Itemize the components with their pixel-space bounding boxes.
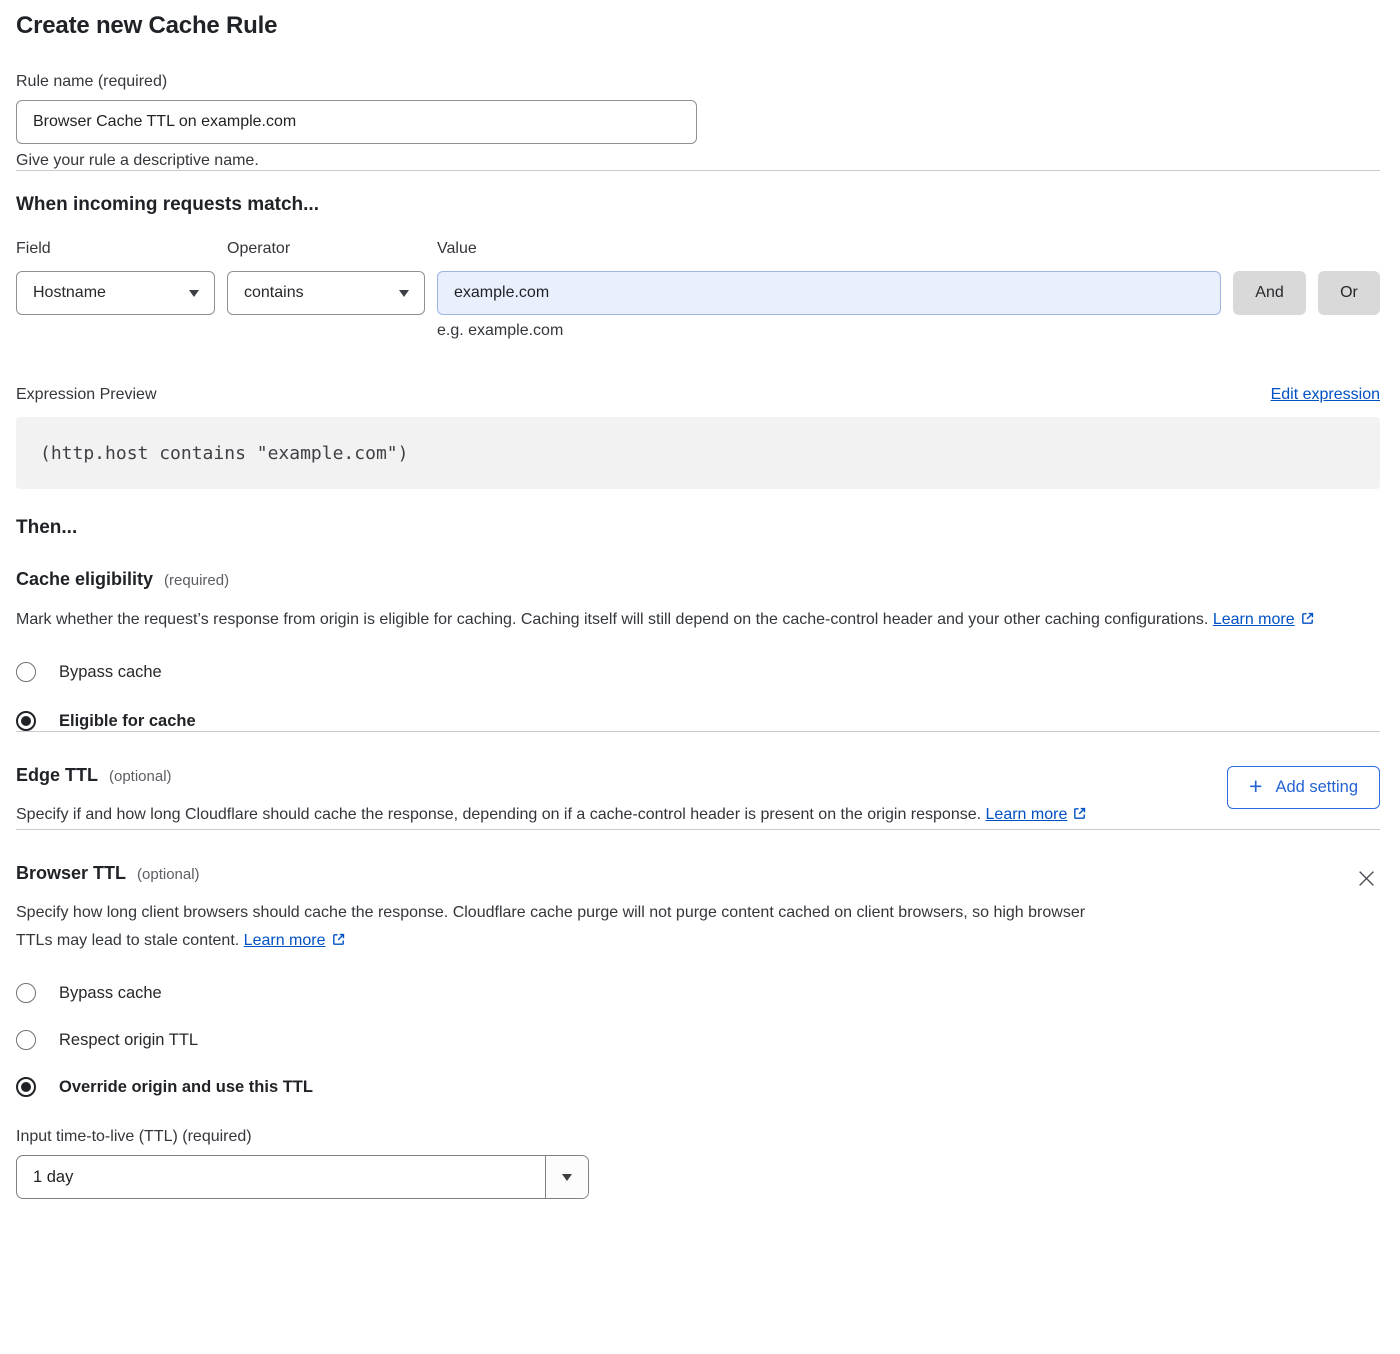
- browser-ttl-content: Browser TTL (optional) Specify how long …: [16, 863, 1106, 955]
- divider: [16, 731, 1380, 732]
- radio-eligible-for-cache[interactable]: Eligible for cache: [16, 711, 1380, 731]
- radio-browser-bypass-cache[interactable]: Bypass cache: [16, 983, 1380, 1003]
- browser-ttl-options: Bypass cache Respect origin TTL Override…: [16, 983, 1380, 1097]
- match-condition-row: Field Operator Value Hostname contains e…: [16, 240, 1380, 340]
- ttl-select[interactable]: 1 day: [16, 1155, 589, 1199]
- edge-ttl-description: Specify if and how long Cloudflare shoul…: [16, 801, 1087, 829]
- cache-eligibility-qualifier: (required): [164, 572, 229, 589]
- page-title: Create new Cache Rule: [16, 12, 1380, 40]
- external-link-icon: [331, 932, 346, 947]
- expression-code-text: (http.host contains "example.com"): [40, 443, 408, 464]
- cache-eligibility-learn-more-link[interactable]: Learn more: [1213, 611, 1315, 628]
- radio-label: Bypass cache: [59, 984, 162, 1003]
- operator-select[interactable]: contains: [227, 271, 425, 315]
- cache-eligibility-options: Bypass cache Eligible for cache: [16, 662, 1380, 731]
- radio-respect-origin-ttl[interactable]: Respect origin TTL: [16, 1030, 1380, 1050]
- edge-ttl-header: Edge TTL (optional): [16, 765, 1087, 786]
- radio-label: Respect origin TTL: [59, 1031, 198, 1050]
- browser-ttl-description-text: Specify how long client browsers should …: [16, 904, 1085, 949]
- or-button[interactable]: Or: [1318, 271, 1380, 315]
- field-select[interactable]: Hostname: [16, 271, 215, 315]
- match-section-heading: When incoming requests match...: [16, 194, 1380, 216]
- then-heading: Then...: [16, 517, 1380, 539]
- rule-name-input[interactable]: [16, 100, 697, 144]
- divider: [16, 829, 1380, 830]
- radio-icon: [16, 983, 36, 1003]
- expression-preview-label: Expression Preview: [16, 386, 157, 404]
- radio-icon: [16, 662, 36, 682]
- field-label: Field: [16, 240, 215, 258]
- browser-ttl-header: Browser TTL (optional): [16, 863, 1106, 884]
- rule-name-help: Give your rule a descriptive name.: [16, 152, 1380, 170]
- expression-preview-code: (http.host contains "example.com"): [16, 417, 1380, 489]
- operator-label: Operator: [227, 240, 425, 258]
- radio-selected-icon: [16, 711, 36, 731]
- rule-name-label: Rule name (required): [16, 73, 1380, 91]
- remove-browser-ttl-button[interactable]: [1353, 865, 1380, 892]
- radio-selected-icon: [16, 1077, 36, 1097]
- browser-ttl-qualifier: (optional): [137, 866, 200, 883]
- divider: [16, 170, 1380, 171]
- browser-ttl-title: Browser TTL: [16, 863, 126, 884]
- radio-label: Bypass cache: [59, 663, 162, 682]
- edit-expression-link[interactable]: Edit expression: [1271, 386, 1380, 404]
- edge-ttl-learn-more-link[interactable]: Learn more: [986, 806, 1088, 823]
- edge-ttl-title: Edge TTL: [16, 765, 98, 786]
- close-icon: [1357, 869, 1376, 888]
- radio-label: Override origin and use this TTL: [59, 1078, 313, 1097]
- browser-ttl-description: Specify how long client browsers should …: [16, 899, 1106, 955]
- value-label: Value: [437, 240, 1221, 258]
- value-field-group: e.g. example.com: [437, 271, 1221, 340]
- cache-eligibility-title: Cache eligibility: [16, 569, 153, 590]
- external-link-icon: [1300, 611, 1315, 626]
- add-setting-label: Add setting: [1275, 778, 1358, 797]
- operator-select-value: contains: [244, 284, 304, 302]
- and-button[interactable]: And: [1233, 271, 1306, 315]
- ttl-input-label: Input time-to-live (TTL) (required): [16, 1128, 1380, 1146]
- chevron-down-icon: [562, 1174, 572, 1181]
- browser-ttl-section: Browser TTL (optional) Specify how long …: [16, 863, 1380, 955]
- cache-eligibility-description-text: Mark whether the request’s response from…: [16, 611, 1208, 628]
- value-input[interactable]: [437, 271, 1221, 315]
- edge-ttl-description-text: Specify if and how long Cloudflare shoul…: [16, 806, 981, 823]
- edge-ttl-qualifier: (optional): [109, 768, 172, 785]
- edge-ttl-section: Edge TTL (optional) Specify if and how l…: [16, 765, 1380, 829]
- edge-ttl-content: Edge TTL (optional) Specify if and how l…: [16, 765, 1087, 829]
- add-setting-button[interactable]: + Add setting: [1227, 766, 1380, 809]
- field-select-value: Hostname: [33, 284, 106, 302]
- chevron-down-icon: [399, 290, 409, 297]
- cache-eligibility-description: Mark whether the request’s response from…: [16, 606, 1354, 634]
- radio-bypass-cache[interactable]: Bypass cache: [16, 662, 1380, 682]
- ttl-select-arrow-button[interactable]: [545, 1156, 588, 1198]
- chevron-down-icon: [189, 290, 199, 297]
- radio-label: Eligible for cache: [59, 712, 196, 731]
- create-cache-rule-form: Create new Cache Rule Rule name (require…: [0, 0, 1400, 1199]
- radio-override-origin-ttl[interactable]: Override origin and use this TTL: [16, 1077, 1380, 1097]
- plus-icon: +: [1249, 775, 1262, 798]
- expression-preview-header: Expression Preview Edit expression: [16, 386, 1380, 404]
- value-example-help: e.g. example.com: [437, 322, 1221, 340]
- cache-eligibility-header: Cache eligibility (required): [16, 569, 1380, 590]
- external-link-icon: [1072, 806, 1087, 821]
- ttl-select-value: 1 day: [17, 1156, 545, 1198]
- radio-icon: [16, 1030, 36, 1050]
- browser-ttl-learn-more-link[interactable]: Learn more: [244, 932, 346, 949]
